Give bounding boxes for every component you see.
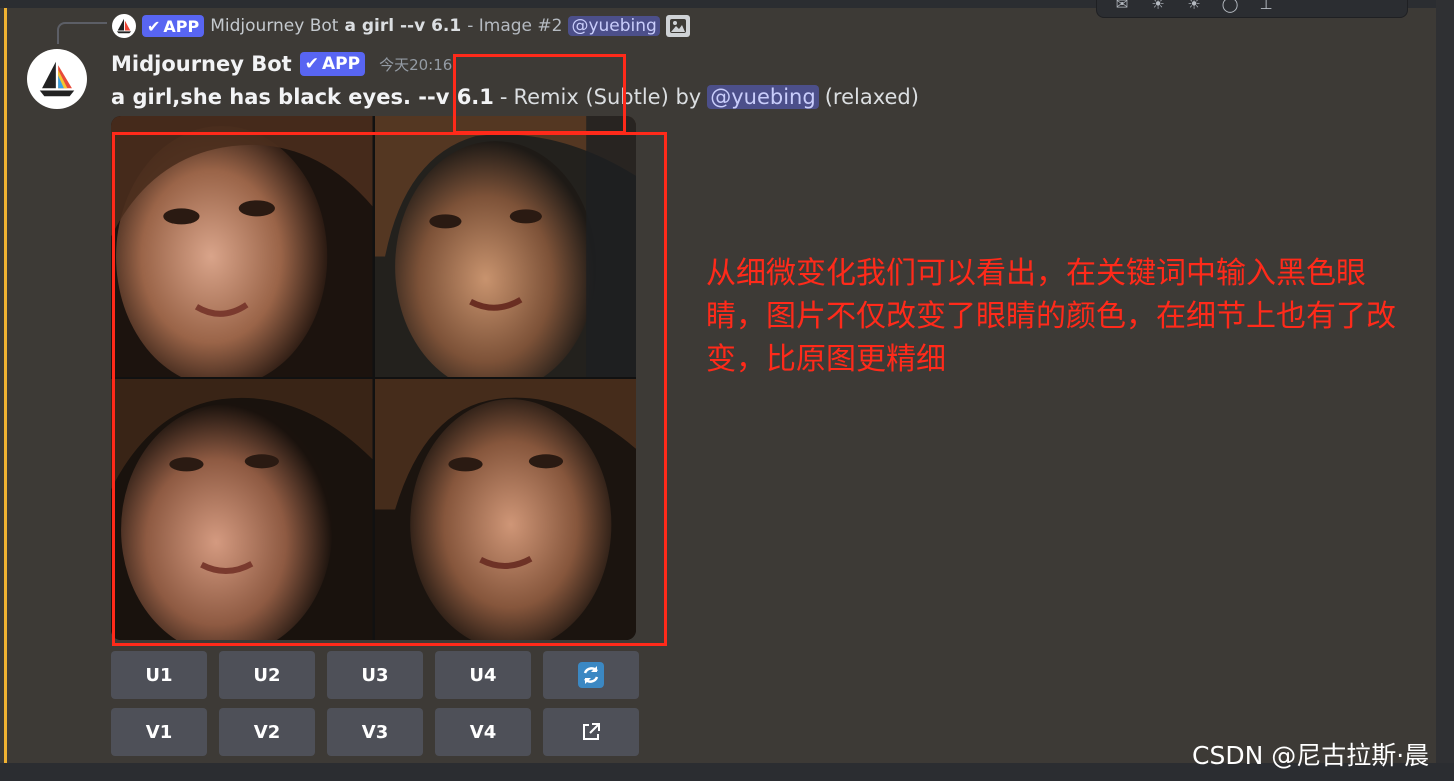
variation-4-button[interactable]: V4 xyxy=(435,708,531,756)
generated-image-4[interactable] xyxy=(374,379,636,640)
refresh-icon xyxy=(578,662,604,688)
bot-avatar[interactable] xyxy=(27,49,87,109)
checkmark-icon: ✔ xyxy=(304,54,319,74)
remix-text: Remix (Subtle) by xyxy=(513,85,702,109)
sailboat-logo-icon xyxy=(39,61,75,97)
checkmark-icon: ✔ xyxy=(147,16,161,36)
reaction-emoji-icon[interactable]: ☀ xyxy=(1147,0,1169,14)
watermark: CSDN @尼古拉斯·晨 xyxy=(1192,741,1430,770)
reaction-emoji-icon[interactable]: ☀ xyxy=(1183,0,1205,14)
annotation-line: 睛，图片不仅改变了眼睛的颜色，在细节上也有了改 xyxy=(706,299,1396,334)
envelope-icon[interactable]: ✉ xyxy=(1111,0,1133,14)
mode-text: (relaxed) xyxy=(824,85,919,109)
message-timestamp[interactable]: 今天20:16 xyxy=(379,54,452,75)
app-badge: ✔ APP xyxy=(299,52,366,76)
generated-image-2[interactable] xyxy=(374,116,636,377)
generated-image-1[interactable] xyxy=(111,116,373,377)
upscale-1-button[interactable]: U1 xyxy=(111,651,207,699)
separator: - xyxy=(499,85,508,109)
open-external-icon xyxy=(583,723,600,740)
message-header: Midjourney Bot ✔ APP 今天20:16 xyxy=(111,48,452,80)
user-mention[interactable]: @yuebing xyxy=(568,16,660,36)
image-grid[interactable] xyxy=(111,116,636,640)
reply-suffix[interactable]: - Image #2 xyxy=(467,16,562,36)
variation-1-button[interactable]: V1 xyxy=(111,708,207,756)
variation-2-button[interactable]: V2 xyxy=(219,708,315,756)
prompt-text: a girl,she has black eyes. --v 6.1 xyxy=(111,85,494,109)
variation-3-button[interactable]: V3 xyxy=(327,708,423,756)
message-content: a girl,she has black eyes. --v 6.1 - Rem… xyxy=(111,82,919,112)
upscale-3-button[interactable]: U3 xyxy=(327,651,423,699)
reply-prompt[interactable]: a girl --v 6.1 xyxy=(344,16,461,36)
open-in-browser-button[interactable] xyxy=(543,708,639,756)
thread-icon[interactable]: ⊥ xyxy=(1255,0,1277,14)
upscale-4-button[interactable]: U4 xyxy=(435,651,531,699)
scrollbar-track[interactable] xyxy=(1436,0,1454,781)
user-mention[interactable]: @yuebing xyxy=(707,85,819,109)
reply-connector-line xyxy=(57,22,107,44)
upscale-2-button[interactable]: U2 xyxy=(219,651,315,699)
reply-author[interactable]: Midjourney Bot xyxy=(210,16,338,36)
annotation-line: 变，比原图更精细 xyxy=(706,342,946,377)
message-action-toolbar: ✉ ☀ ☀ ◯ ⊥ xyxy=(1096,0,1408,18)
annotation-text: 从细微变化我们可以看出，在关键词中输入黑色眼 睛，图片不仅改变了眼睛的颜色，在细… xyxy=(706,252,1446,381)
generated-image-3[interactable] xyxy=(111,379,373,640)
image-icon xyxy=(665,15,690,37)
reply-avatar[interactable] xyxy=(112,14,136,38)
reroll-button[interactable] xyxy=(543,651,639,699)
more-options-icon[interactable]: ◯ xyxy=(1219,0,1241,14)
reply-reference[interactable]: ✔ APP Midjourney Bot a girl --v 6.1 - Im… xyxy=(112,12,690,40)
action-buttons: U1 U2 U3 U4 V1 V2 V3 V4 xyxy=(111,651,639,756)
sailboat-logo-icon xyxy=(116,18,132,34)
author-name[interactable]: Midjourney Bot xyxy=(111,52,292,76)
app-badge: ✔ APP xyxy=(142,15,205,37)
mention-highlight-bar xyxy=(4,8,7,763)
annotation-line: 从细微变化我们可以看出，在关键词中输入黑色眼 xyxy=(706,256,1366,291)
